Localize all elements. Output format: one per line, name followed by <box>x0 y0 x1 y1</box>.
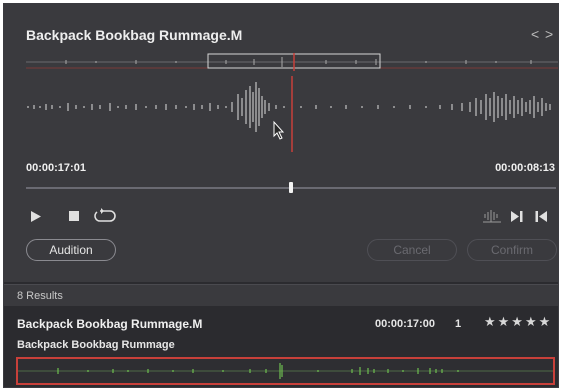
result-name: Backpack Bookbag Rummage.M <box>17 317 203 331</box>
loop-icon <box>94 208 116 222</box>
preview-player: Backpack Bookbag Rummage.M < > 00:00:17:… <box>4 4 558 282</box>
results-count: 8 Results <box>17 290 63 302</box>
previous-clip-button[interactable]: < <box>531 26 539 42</box>
confirm-button[interactable]: Confirm <box>467 239 557 261</box>
clip-title: Backpack Bookbag Rummage.M <box>26 27 243 43</box>
mark-in-icon <box>511 210 523 222</box>
mouse-cursor-icon <box>273 120 285 140</box>
next-clip-button[interactable]: > <box>545 26 553 42</box>
mark-in-button[interactable] <box>508 206 526 226</box>
result-description: Backpack Bookbag Rummage <box>17 339 175 351</box>
stop-button[interactable] <box>66 206 82 226</box>
waveform-zoom-icon <box>483 210 501 223</box>
results-header: 8 Results <box>4 284 558 306</box>
loop-button[interactable] <box>92 206 118 226</box>
result-channels: 1 <box>455 318 462 330</box>
result-item[interactable]: Backpack Bookbag Rummage.M 00:00:17:00 1… <box>4 307 558 387</box>
remaining-timecode: 00:00:08:13 <box>495 162 555 174</box>
sound-library-panel: Backpack Bookbag Rummage.M < > 00:00:17:… <box>3 3 559 388</box>
mark-out-button[interactable] <box>532 206 550 226</box>
rating-stars[interactable]: ★★★★★ <box>484 314 552 330</box>
result-duration: 00:00:17:00 <box>375 318 435 330</box>
play-button[interactable] <box>28 206 44 226</box>
cancel-button[interactable]: Cancel <box>367 239 457 261</box>
overview-waveform[interactable] <box>26 53 558 71</box>
audition-button[interactable]: Audition <box>26 239 116 261</box>
play-icon <box>31 210 41 222</box>
detail-waveform[interactable] <box>26 76 556 152</box>
stop-icon <box>69 211 79 221</box>
scrub-handle[interactable] <box>289 182 293 193</box>
waveform-zoom-button[interactable] <box>482 206 502 226</box>
current-timecode: 00:00:17:01 <box>26 162 86 174</box>
mark-out-icon <box>535 210 547 222</box>
waveform-bars <box>27 82 551 132</box>
result-waveform[interactable] <box>16 357 555 385</box>
